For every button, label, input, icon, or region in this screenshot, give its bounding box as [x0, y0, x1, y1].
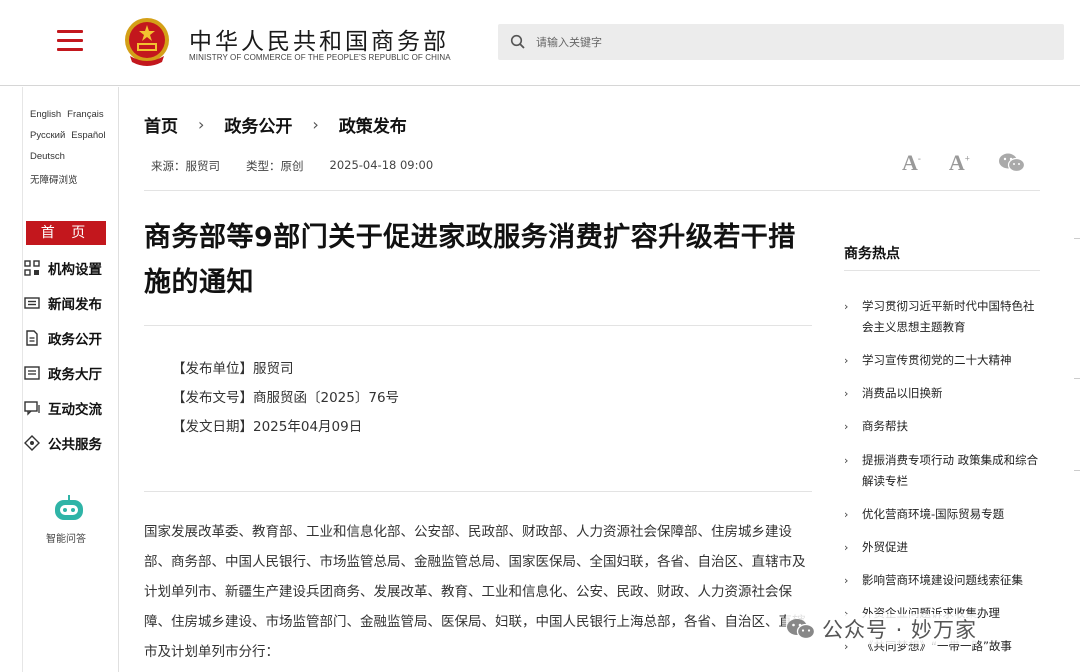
chevron-right-icon: › [844, 541, 849, 554]
sidebar-item-label: 公共服务 [48, 437, 102, 453]
accessibility-link[interactable]: 无障碍浏览 [30, 175, 78, 186]
divider [844, 270, 1040, 271]
sidebar-item-label: 互动交流 [48, 402, 102, 418]
lang-english[interactable]: English [30, 109, 61, 120]
chevron-right-icon: › [844, 574, 849, 587]
type-text: 类型：原创 [246, 159, 304, 173]
hot-topic-label: 消费品以旧换新 [862, 386, 943, 400]
search-bar [498, 24, 1064, 60]
sidebar-item-interaction[interactable]: 互动交流 [24, 397, 102, 419]
hot-topic-label: 商务帮扶 [862, 419, 908, 433]
national-emblem-icon [125, 18, 169, 66]
hot-topic-item[interactable]: › 消费品以旧换新 [844, 383, 1044, 404]
chevron-right-icon: › [198, 115, 205, 134]
article-title: 商务部等9部门关于促进家政服务消费扩容升级若干措施的通知 [144, 222, 796, 298]
chevron-right-icon: › [844, 508, 849, 521]
grid-icon [24, 260, 40, 276]
news-icon [24, 297, 40, 309]
sidebar-item-label: 政务大厅 [48, 367, 102, 383]
sidebar-item-service-hall[interactable]: 政务大厅 [24, 362, 102, 384]
font-decrease-label: A [902, 150, 918, 175]
chevron-right-icon: › [844, 454, 849, 467]
edge-mark [1074, 238, 1080, 239]
watermark: 公众号 · 妙万家 [786, 614, 978, 644]
breadcrumb-open-government[interactable]: 政务公开 [224, 112, 292, 137]
font-increase-button[interactable]: A+ [949, 150, 970, 176]
issue-date-info: 【发文日期】2025年04月09日 [172, 419, 363, 435]
document-icon [26, 330, 38, 346]
hot-topic-label: 外贸促进 [862, 540, 908, 554]
robot-assistant-icon[interactable] [52, 494, 86, 526]
edge-mark [1074, 470, 1080, 471]
sidebar-item-label: 新闻发布 [48, 297, 102, 313]
home-button[interactable]: 首 页 [26, 221, 106, 245]
language-row: Русский Español [30, 130, 112, 141]
lang-spanish[interactable]: Español [71, 130, 105, 141]
search-input[interactable] [536, 24, 1046, 60]
chevron-right-icon: › [844, 420, 849, 433]
chat-icon [24, 401, 40, 416]
sidebar-item-organization[interactable]: 机构设置 [24, 257, 102, 279]
hot-topic-item[interactable]: › 提振消费专项行动 政策集成和综合解读专栏 [844, 450, 1044, 492]
article-meta: 来源：服贸司 类型：原创 2025-04-18 09:00 [151, 158, 459, 174]
chevron-right-icon: › [312, 115, 319, 134]
assistant-label[interactable]: 智能问答 [46, 530, 86, 545]
sidebar-item-open-government[interactable]: 政务公开 [24, 327, 102, 349]
sidebar-item-news[interactable]: 新闻发布 [24, 292, 102, 314]
publish-time: 2025-04-18 09:00 [329, 158, 434, 172]
chevron-right-icon: › [844, 300, 849, 313]
font-increase-label: A [948, 150, 965, 175]
lang-russian[interactable]: Русский [30, 130, 65, 141]
search-icon[interactable] [510, 34, 526, 50]
lang-french[interactable]: Français [67, 109, 103, 120]
breadcrumb-home[interactable]: 首页 [144, 112, 178, 137]
watermark-text: 公众号 · 妙万家 [822, 618, 978, 642]
hot-topic-label: 学习贯彻习近平新时代中国特色社会主义思想主题教育 [862, 299, 1035, 334]
hot-topic-item[interactable]: › 外贸促进 [844, 537, 1044, 558]
hot-topic-item[interactable]: › 影响营商环境建设问题线索征集 [844, 570, 1044, 591]
list-icon [24, 366, 40, 380]
service-icon [24, 435, 40, 451]
edge-mark [1074, 378, 1080, 379]
chevron-right-icon: › [844, 354, 849, 367]
sidebar-item-label: 政务公开 [48, 332, 102, 348]
hot-topic-item[interactable]: › 学习贯彻习近平新时代中国特色社会主义思想主题教育 [844, 296, 1044, 338]
lang-german[interactable]: Deutsch [30, 151, 65, 162]
menu-icon[interactable] [57, 30, 83, 52]
sidebar-item-label: 机构设置 [48, 262, 102, 278]
source-text: 来源：服贸司 [151, 159, 220, 173]
breadcrumb: 首页 › 政务公开 › 政策发布 [144, 112, 407, 137]
issuer-info: 【发布单位】服贸司 [172, 361, 294, 377]
hot-topic-label: 提振消费专项行动 政策集成和综合解读专栏 [862, 453, 1039, 488]
sidebar-item-public-service[interactable]: 公共服务 [24, 432, 102, 454]
font-decrease-button[interactable]: A- [902, 150, 921, 176]
site-subtitle: MINISTRY OF COMMERCE OF THE PEOPLE'S REP… [189, 53, 451, 62]
hot-topic-item[interactable]: › 商务帮扶 [844, 416, 1044, 437]
breadcrumb-policy-release[interactable]: 政策发布 [339, 112, 407, 137]
hot-topic-label: 学习宣传贯彻党的二十大精神 [862, 353, 1012, 367]
hot-topic-item[interactable]: › 优化营商环境-国际贸易专题 [844, 504, 1044, 525]
hot-topic-item[interactable]: › 学习宣传贯彻党的二十大精神 [844, 350, 1044, 371]
site-header: 中华人民共和国商务部 MINISTRY OF COMMERCE OF THE P… [0, 0, 1080, 86]
hot-topics-title: 商务热点 [844, 246, 900, 262]
divider [144, 190, 1040, 191]
language-row: 无障碍浏览 [30, 172, 84, 186]
language-row: English Français [30, 109, 110, 120]
wechat-icon [787, 619, 816, 640]
site-title: 中华人民共和国商务部 [189, 29, 449, 55]
doc-number-info: 【发布文号】商服贸函〔2025〕76号 [172, 390, 400, 406]
chevron-right-icon: › [844, 387, 849, 400]
article-body: 国家发展改革委、教育部、工业和信息化部、公安部、民政部、财政部、人力资源社会保障… [144, 524, 806, 660]
wechat-icon[interactable] [998, 151, 1026, 175]
article-tools: A- A+ [902, 150, 1026, 176]
hot-topic-label: 影响营商环境建设问题线索征集 [862, 573, 1023, 587]
hot-topic-label: 优化营商环境-国际贸易专题 [862, 507, 1005, 521]
language-row: Deutsch [30, 151, 71, 162]
divider [144, 491, 812, 492]
left-sidebar: English Français Русский Español Deutsch 无… [22, 87, 119, 672]
divider [144, 325, 812, 326]
